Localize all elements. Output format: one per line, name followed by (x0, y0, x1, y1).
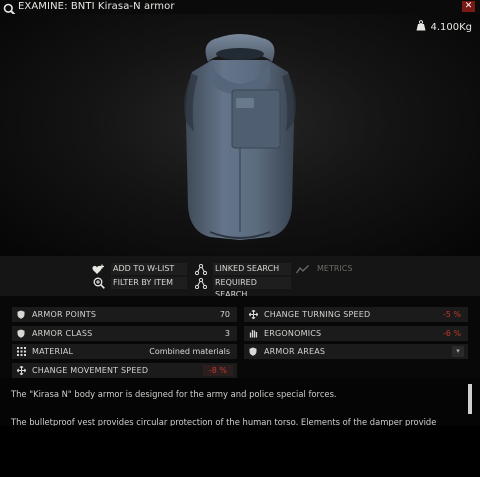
stat-ergonomics: ERGONOMICS -6 % (244, 326, 468, 341)
stats-panel: ARMOR POINTS 70 ARMOR CLASS 3 MATERIAL C… (0, 296, 480, 378)
close-button[interactable]: ✕ (462, 1, 475, 12)
magnifier-plus-icon (92, 277, 105, 289)
stat-value: Combined materials (149, 347, 230, 356)
stat-armor-areas[interactable]: ARMOR AREAS ▾ (244, 344, 468, 359)
grid-icon (15, 347, 27, 356)
hand-icon (247, 329, 259, 338)
title-bar: EXAMINE: BNTI Kirasa-N armor ✕ (0, 0, 480, 16)
description-line: The "Kirasa N" body armor is designed fo… (11, 389, 337, 399)
stat-change-turning-speed: CHANGE TURNING SPEED -5 % (244, 307, 468, 322)
stat-label: ERGONOMICS (264, 329, 322, 338)
stat-change-movement-speed: CHANGE MOVEMENT SPEED -8 % (12, 363, 237, 378)
linked-search-button[interactable]: LINKED SEARCH (194, 263, 291, 275)
stat-value: 70 (219, 310, 230, 319)
stat-label: ARMOR POINTS (32, 310, 97, 319)
chart-line-icon (296, 263, 309, 275)
filter-by-item-label: FILTER BY ITEM (111, 277, 187, 289)
stat-label: CHANGE TURNING SPEED (264, 310, 371, 319)
window-title: EXAMINE: BNTI Kirasa-N armor (18, 1, 175, 12)
weight-display: 4.100Kg (416, 20, 472, 34)
network-icon (194, 277, 207, 289)
weight-value: 4.100Kg (430, 21, 472, 33)
description-scrollbar[interactable] (468, 384, 472, 414)
linked-search-label: LINKED SEARCH (213, 263, 291, 275)
description-panel: The "Kirasa N" body armor is designed fo… (0, 378, 480, 426)
item-viewer[interactable]: 4.100Kg (0, 14, 480, 256)
vest-image (184, 34, 296, 240)
stat-armor-class: ARMOR CLASS 3 (12, 326, 237, 341)
weight-icon (416, 20, 426, 34)
filter-by-item-button[interactable]: FILTER BY ITEM (92, 277, 187, 289)
stat-label: CHANGE MOVEMENT SPEED (32, 366, 149, 375)
action-bar: ADD TO W-LIST LINKED SEARCH METRICS FILT… (0, 256, 480, 299)
stat-value: -6 % (442, 329, 461, 338)
arrows-icon (15, 366, 27, 375)
add-to-wlist-label: ADD TO W-LIST (111, 263, 187, 275)
add-to-wlist-button[interactable]: ADD TO W-LIST (92, 263, 187, 275)
required-search-label: REQUIRED SEARCH (213, 277, 291, 299)
metrics-button[interactable]: METRICS (296, 263, 358, 275)
stat-value: -8 % (202, 365, 233, 376)
search-icon (3, 1, 16, 16)
network-icon (194, 263, 207, 275)
shield-icon (15, 329, 27, 338)
bottom-area (0, 426, 480, 477)
stat-armor-points: ARMOR POINTS 70 (12, 307, 237, 322)
stat-value: 3 (224, 329, 230, 338)
stat-value: -5 % (442, 310, 461, 319)
shield-icon (15, 310, 27, 319)
stat-label: ARMOR AREAS (264, 347, 326, 356)
required-search-button[interactable]: REQUIRED SEARCH (194, 277, 291, 299)
arrows-icon (247, 310, 259, 319)
stat-material: MATERIAL Combined materials (12, 344, 237, 359)
shield-icon (247, 347, 259, 356)
metrics-label: METRICS (317, 264, 353, 273)
stat-label: ARMOR CLASS (32, 329, 93, 338)
chevron-down-icon[interactable]: ▾ (452, 346, 464, 357)
description-line: The bulletproof vest provides circular p… (11, 417, 437, 426)
heart-plus-icon (92, 263, 105, 275)
stat-label: MATERIAL (32, 347, 74, 356)
